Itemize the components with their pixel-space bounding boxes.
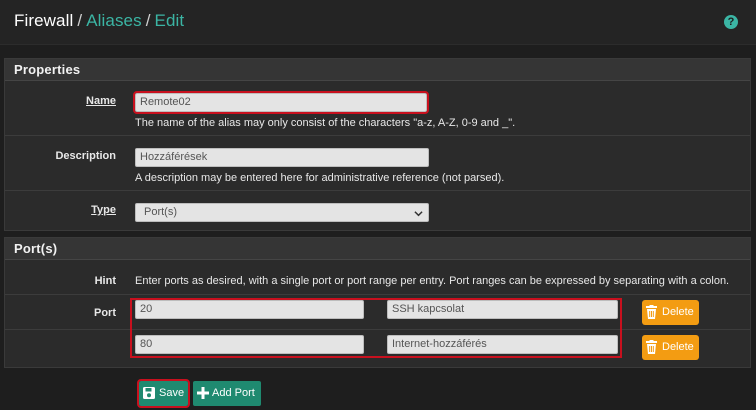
trash-icon [646,340,657,354]
save-button[interactable]: Save [137,379,190,408]
port-label: Port [94,307,116,319]
delete-label: Delete [662,306,694,318]
hint-row: Hint Enter ports as desired, with a sing… [5,260,750,295]
breadcrumb-aliases[interactable]: Aliases [86,11,142,30]
name-label: Name [86,95,116,107]
type-label: Type [91,204,116,216]
hint-label: Hint [94,275,116,287]
breadcrumb-edit[interactable]: Edit [155,11,185,30]
breadcrumb-separator: / [77,11,83,30]
port-entries-highlight [130,298,622,358]
delete-button[interactable]: Delete [642,335,699,360]
description-help: A description may be entered here for ad… [135,172,505,184]
type-row: Type Port(s) [5,191,750,230]
add-port-label: Add Port [212,387,255,399]
type-select[interactable]: Port(s) [135,203,429,222]
type-select-value: Port(s) [144,206,177,218]
chevron-down-icon [414,207,423,221]
breadcrumb: Firewall / Aliases / Edit [14,11,184,31]
plus-icon [197,387,209,399]
question-circle-icon[interactable]: ? [724,15,738,29]
description-label: Description [55,150,116,162]
hint-text: Enter ports as desired, with a single po… [135,275,730,287]
delete-label: Delete [662,341,694,353]
description-input[interactable]: Hozzáférések [135,148,429,167]
name-help: The name of the alias may only consist o… [135,117,516,129]
properties-panel: Properties Name Remote02 The name of the… [4,58,751,231]
title-bar: Firewall / Aliases / Edit ? [0,0,756,45]
trash-icon [646,305,657,319]
breadcrumb-separator: / [145,11,151,30]
delete-button[interactable]: Delete [642,300,699,325]
name-row: Name Remote02 The name of the alias may … [5,81,750,136]
breadcrumb-firewall: Firewall [14,11,74,30]
floppy-disk-icon [143,387,155,399]
add-port-button[interactable]: Add Port [193,381,261,406]
properties-heading: Properties [5,59,750,81]
name-input[interactable]: Remote02 [133,91,429,114]
description-row: Description Hozzáférések A description m… [5,136,750,191]
ports-heading: Port(s) [5,238,750,260]
save-label: Save [159,387,185,399]
